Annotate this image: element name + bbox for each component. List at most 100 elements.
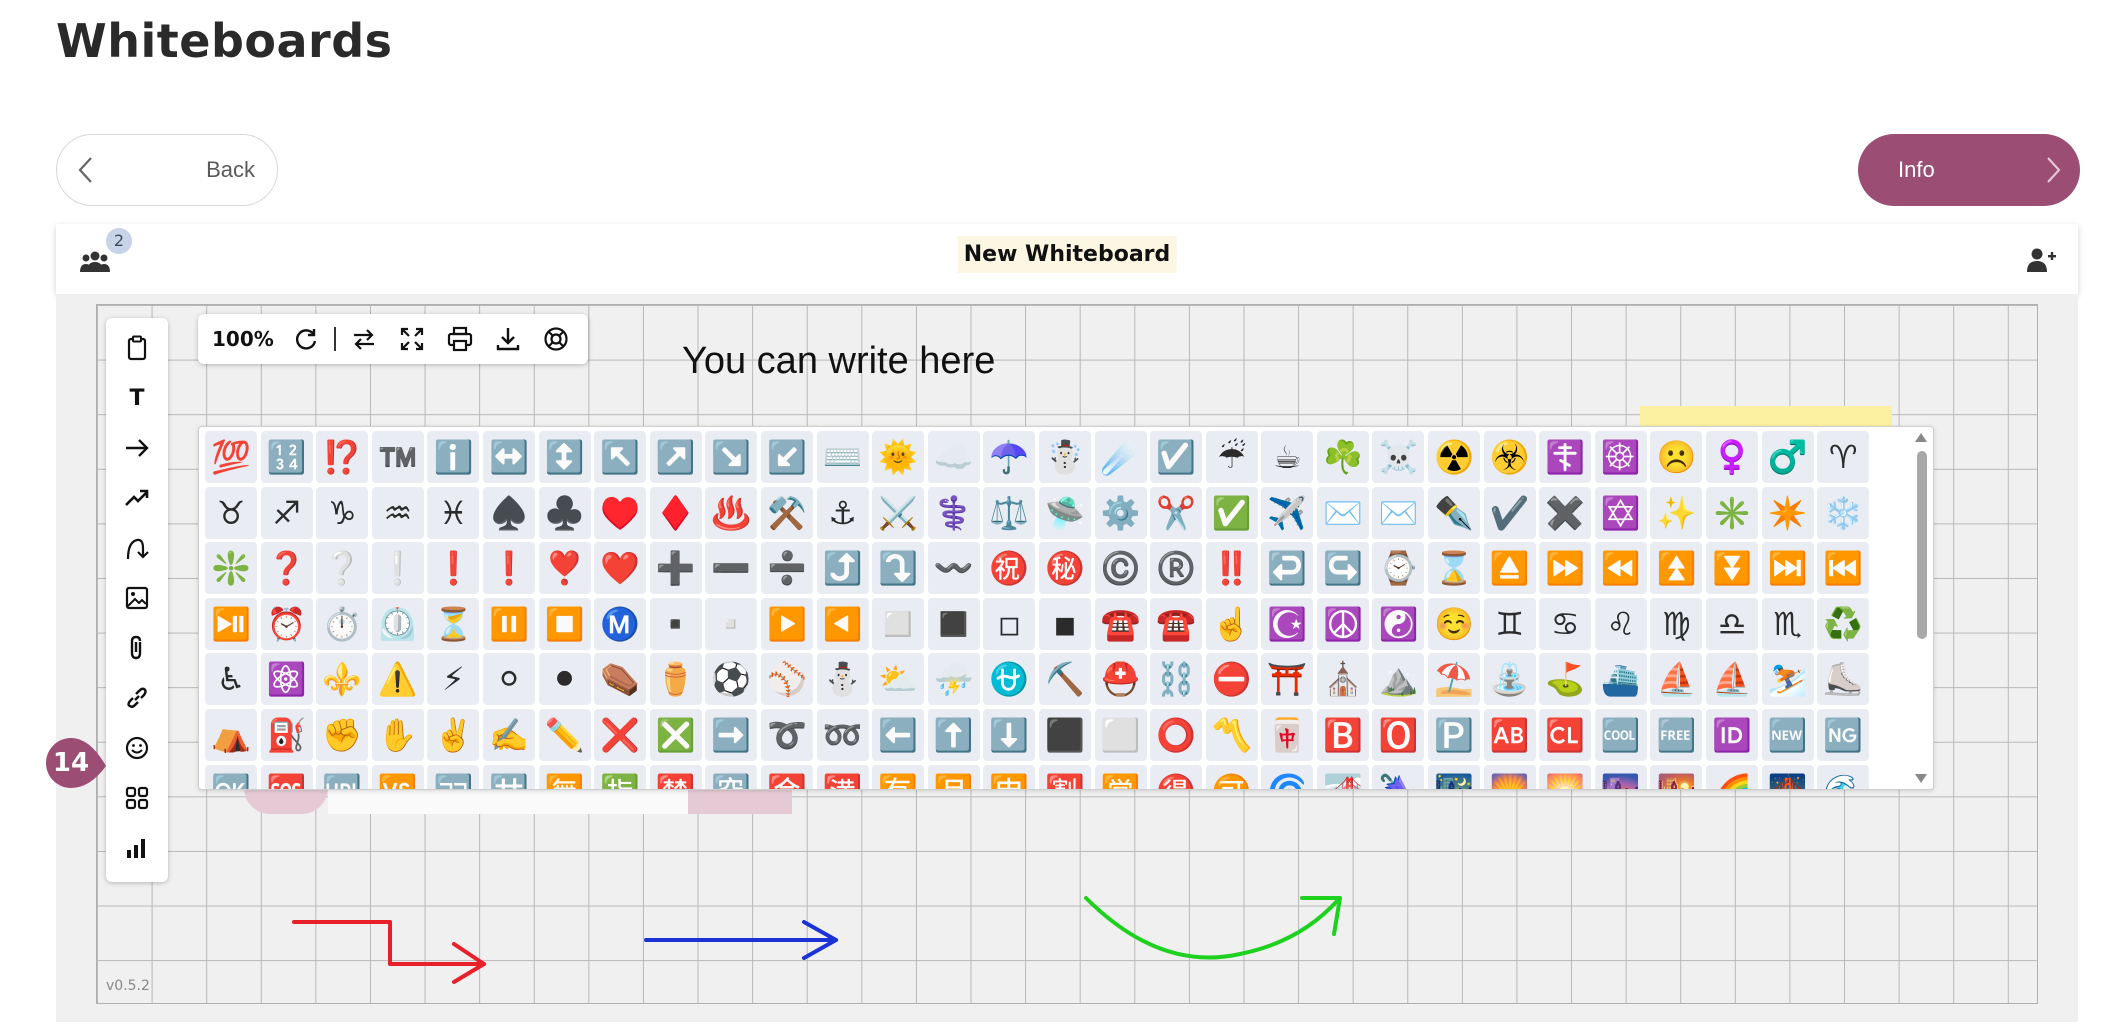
emoji-button[interactable]: ☦️ [1539,431,1592,483]
emoji-button[interactable]: ◾ [1038,597,1091,650]
emoji-button[interactable]: ⛳ [1539,653,1592,706]
emoji-button[interactable]: ⏳ [427,597,480,650]
emoji-button[interactable]: ◻️ [872,597,925,650]
emoji-button[interactable]: ♥️ [594,486,647,539]
emoji-button[interactable]: ♀️ [1706,431,1759,483]
emoji-button[interactable]: ♋ [1539,597,1592,650]
emoji-button[interactable]: ➡️ [705,708,758,761]
emoji-button[interactable]: ↕️ [538,431,591,483]
fullscreen-button[interactable] [388,319,436,359]
emoji-button[interactable]: ⚫ [538,653,591,706]
emoji-button[interactable]: ☯️ [1372,597,1425,650]
emoji-button[interactable]: 🌈 [1706,764,1759,789]
emoji-button[interactable]: ⬅️ [872,708,925,761]
emoji-button[interactable]: ✅ [1205,486,1258,539]
emoji-button[interactable]: 🆑 [1539,708,1592,761]
trend-line-tool[interactable] [121,482,153,514]
attachment-tool[interactable] [121,632,153,664]
emoji-button[interactable]: ↘️ [705,431,758,483]
emoji-button[interactable]: 🀄 [1261,708,1314,761]
emoji-button[interactable]: ♊ [1483,597,1536,650]
emoji-button[interactable]: 🈺 [1094,764,1147,789]
emoji-button[interactable]: 🌄 [1483,764,1536,789]
emoji-button[interactable]: ⛵ [1650,653,1703,706]
emoji-scrollbar[interactable] [1911,427,1933,789]
emoji-button[interactable]: ✴️ [1761,486,1814,539]
emoji-picker[interactable]: 💯 🔢 ⁉️ ™️ ℹ️ ↔️ ↕️ ↖️ ↗️ ↘️ ↙️ ⌨️ 🌞 ☁️ ☂️ ☃️ ☄️ ☑️ ☔ ☕ ☘️ ☠️ ☢… [198,426,1934,790]
emoji-button[interactable]: ⚽ [705,653,758,706]
emoji-button[interactable]: ✒️ [1428,486,1481,539]
emoji-button[interactable]: ⛓️ [1150,653,1203,706]
emoji-button[interactable]: ⚒️ [760,486,813,539]
emoji-button[interactable]: ✉️ [1372,486,1425,539]
scroll-down-icon[interactable] [1915,774,1927,783]
emoji-button[interactable]: 🛸 [1038,486,1091,539]
emoji-button[interactable]: ⏭️ [1761,542,1814,595]
print-button[interactable] [436,319,484,359]
emoji-button[interactable]: ➕ [649,542,702,595]
emoji-button[interactable]: 🈲 [649,764,702,789]
emoji-button[interactable]: ⏰ [260,597,313,650]
emoji-button[interactable]: ✋ [371,708,424,761]
emoji-button[interactable]: ⛏️ [1038,653,1091,706]
emoji-button[interactable]: Ⓜ️ [594,597,647,650]
emoji-button[interactable]: ✂️ [1150,486,1203,539]
emoji-button[interactable]: ↪️ [1316,542,1369,595]
emoji-button[interactable]: ➗ [760,542,813,595]
emoji-button[interactable]: 🅿️ [1428,708,1481,761]
emoji-button[interactable]: 🆔 [1706,708,1759,761]
emoji-button[interactable]: ➖ [705,542,758,595]
emoji-button[interactable]: ♻️ [1817,597,1870,650]
emoji-button[interactable]: ✨ [1650,486,1703,539]
emoji-button[interactable]: ❕ [371,542,424,595]
emoji-button[interactable]: ⛔ [1205,653,1258,706]
emoji-button[interactable]: 🌁 [1316,764,1369,789]
emoji-tool[interactable] [121,732,153,764]
emoji-button[interactable]: 🌇 [1650,764,1703,789]
emoji-button[interactable]: ⛰️ [1372,653,1425,706]
chart-tool[interactable] [121,832,153,864]
emoji-button[interactable]: ◀️ [816,597,869,650]
emoji-button[interactable]: ⚖️ [983,486,1036,539]
emoji-button[interactable]: ♈ [1817,431,1870,483]
emoji-button[interactable]: ◽ [983,597,1036,650]
emoji-button[interactable]: 🌃 [1428,764,1481,789]
emoji-button[interactable]: ☁️ [927,431,980,483]
emoji-button[interactable]: ⛵ [1706,653,1759,706]
emoji-button[interactable]: ☔ [1205,431,1258,483]
emoji-button[interactable]: ㊙️ [1038,542,1091,595]
emoji-button[interactable]: ⛱️ [1428,653,1481,706]
emoji-button[interactable]: 🈷️ [927,764,980,789]
emoji-button[interactable]: ©️ [1094,542,1147,595]
emoji-button[interactable]: ☣️ [1483,431,1536,483]
emoji-button[interactable]: ⚠️ [371,653,424,706]
emoji-button[interactable]: ☮️ [1316,597,1369,650]
emoji-button[interactable]: 🈹 [1038,764,1091,789]
emoji-button[interactable]: 🌉 [1761,764,1814,789]
emoji-button[interactable]: ⛴️ [1594,653,1647,706]
emoji-button[interactable]: 🈵 [816,764,869,789]
emoji-button[interactable]: ⚛️ [260,653,313,706]
emoji-button[interactable]: ⚪ [482,653,535,706]
emoji-button[interactable]: ↗️ [649,431,702,483]
emoji-button[interactable]: ✖️ [1539,486,1592,539]
emoji-button[interactable]: ⛺ [205,708,257,761]
emoji-button[interactable]: ☄️ [1094,431,1147,483]
emoji-button[interactable]: ♂️ [1761,431,1814,483]
zoom-level[interactable]: 100% [212,327,274,351]
emoji-button[interactable]: ❗ [427,542,480,595]
info-button[interactable]: Info [1858,134,2080,206]
emoji-button[interactable]: ⏱️ [316,597,369,650]
emoji-button[interactable]: ⏪ [1594,542,1647,595]
emoji-button[interactable]: ☺️ [1428,597,1481,650]
emoji-button[interactable]: ℹ️ [427,431,480,483]
emoji-button[interactable]: ✡️ [1594,486,1647,539]
emoji-button[interactable]: ☹️ [1650,431,1703,483]
emoji-button[interactable]: ✔️ [1483,486,1536,539]
emoji-button[interactable]: 💯 [205,431,257,483]
emoji-button[interactable]: ❔ [316,542,369,595]
emoji-button[interactable]: ⚓ [816,486,869,539]
emoji-button[interactable]: ❌ [594,708,647,761]
emoji-button[interactable]: ⛪ [1316,653,1369,706]
help-button[interactable] [532,319,580,359]
